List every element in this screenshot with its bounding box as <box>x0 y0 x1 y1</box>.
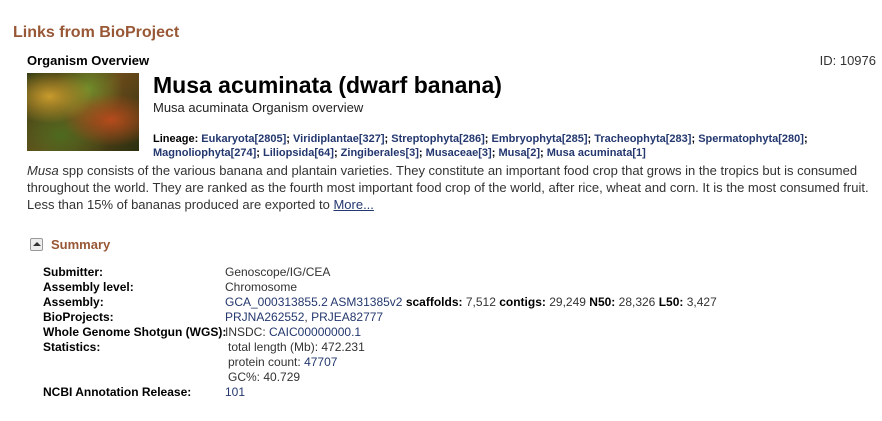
wgs-prefix: INSDC: <box>225 325 270 339</box>
bioproject-link-1[interactable]: PRJNA262552 <box>225 310 304 324</box>
l50-label: L50: <box>658 295 684 309</box>
lineage-link-tracheophyta[interactable]: Tracheophyta[283] <box>594 133 691 145</box>
protein-count-link[interactable]: 47707 <box>304 355 337 369</box>
annotation-label: NCBI Annotation Release: <box>43 385 192 399</box>
assembly-level-label: Assembly level: <box>43 280 134 294</box>
total-length-value: 472.231 <box>321 340 365 354</box>
bioproject-link-2[interactable]: PRJEA82777 <box>311 310 383 324</box>
lineage-link-musaceae[interactable]: Musaceae[3] <box>426 147 492 159</box>
assembly-link[interactable]: GCA_000313855.2 ASM31385v2 <box>225 295 402 309</box>
description-text: spp consists of the various banana and p… <box>27 163 869 212</box>
lineage-link-zingiberales[interactable]: Zingiberales[3] <box>341 147 419 159</box>
organism-overview-label: Organism Overview <box>27 53 150 68</box>
summary-title: Summary <box>51 237 111 252</box>
bioprojects-value: PRJNA262552, PRJEA82777 <box>225 310 384 324</box>
scaffolds-label: scaffolds: <box>405 295 463 309</box>
lineage-link-streptophyta[interactable]: Streptophyta[286] <box>391 133 485 145</box>
section-title: Links from BioProject <box>13 24 180 41</box>
organism-title: Musa acuminata (dwarf banana) <box>153 72 502 98</box>
stat-gc: GC%: 40.729 <box>228 370 300 385</box>
submitter-value: Genoscope/IG/CEA <box>225 265 331 279</box>
wgs-label: Whole Genome Shotgun (WGS): <box>43 325 227 339</box>
annotation-link[interactable]: 101 <box>225 385 245 399</box>
assembly-label: Assembly: <box>43 295 104 309</box>
lineage-link-musa-acuminata[interactable]: Musa acuminata[1] <box>547 147 646 159</box>
assembly-value: GCA_000313855.2 ASM31385v2 scaffolds: 7,… <box>225 295 717 310</box>
more-link[interactable]: More... <box>333 197 373 212</box>
lineage-link-magnoliophyta[interactable]: Magnoliophyta[274] <box>153 147 256 159</box>
stat-total-length: total length (Mb): 472.231 <box>228 340 365 355</box>
organism-photo[interactable] <box>27 73 139 151</box>
lineage-link-liliopsida[interactable]: Liliopsida[64] <box>263 147 334 159</box>
l50-value: 3,427 <box>686 295 717 309</box>
assembly-level-value: Chromosome <box>225 280 298 294</box>
organism-subtitle: Musa acuminata Organism overview <box>153 100 364 115</box>
lineage-label: Lineage: <box>153 133 199 145</box>
gc-label: GC%: <box>228 370 264 384</box>
contigs-label: contigs: <box>499 295 546 309</box>
gc-value: 40.729 <box>263 370 301 384</box>
total-length-label: total length (Mb): <box>228 340 322 354</box>
summary-header[interactable]: Summary <box>30 237 110 252</box>
scaffolds-value: 7,512 <box>465 295 496 309</box>
lineage-link-viridiplantae[interactable]: Viridiplantae[327] <box>293 133 385 145</box>
statistics-label: Statistics: <box>43 340 101 354</box>
contigs-value: 29,249 <box>549 295 586 309</box>
submitter-label: Submitter: <box>43 265 103 279</box>
lineage-link-musa[interactable]: Musa[2] <box>498 147 540 159</box>
n50-value: 28,326 <box>618 295 656 309</box>
record-id: ID: 10976 <box>819 53 876 68</box>
annotation-value: 101 <box>225 385 245 400</box>
organism-description: Musa spp consists of the various banana … <box>27 162 877 213</box>
n50-label: N50: <box>589 295 616 309</box>
wgs-link[interactable]: CAIC00000000.1 <box>269 325 361 339</box>
lineage-link-spermatophyta[interactable]: Spermatophyta[280] <box>698 133 804 145</box>
protein-count-label: protein count: <box>228 355 305 369</box>
wgs-value: INSDC: CAIC00000000.1 <box>225 325 361 340</box>
lineage-link-eukaryota[interactable]: Eukaryota[2805] <box>201 133 286 145</box>
genus-name: Musa <box>27 163 59 178</box>
bioprojects-label: BioProjects: <box>43 310 114 324</box>
lineage-link-embryophyta[interactable]: Embryophyta[285] <box>492 133 588 145</box>
lineage: Lineage: Eukaryota[2805]; Viridiplantae[… <box>153 133 808 159</box>
collapse-toggle-icon[interactable] <box>30 238 43 251</box>
stat-protein-count: protein count: 47707 <box>228 355 337 370</box>
